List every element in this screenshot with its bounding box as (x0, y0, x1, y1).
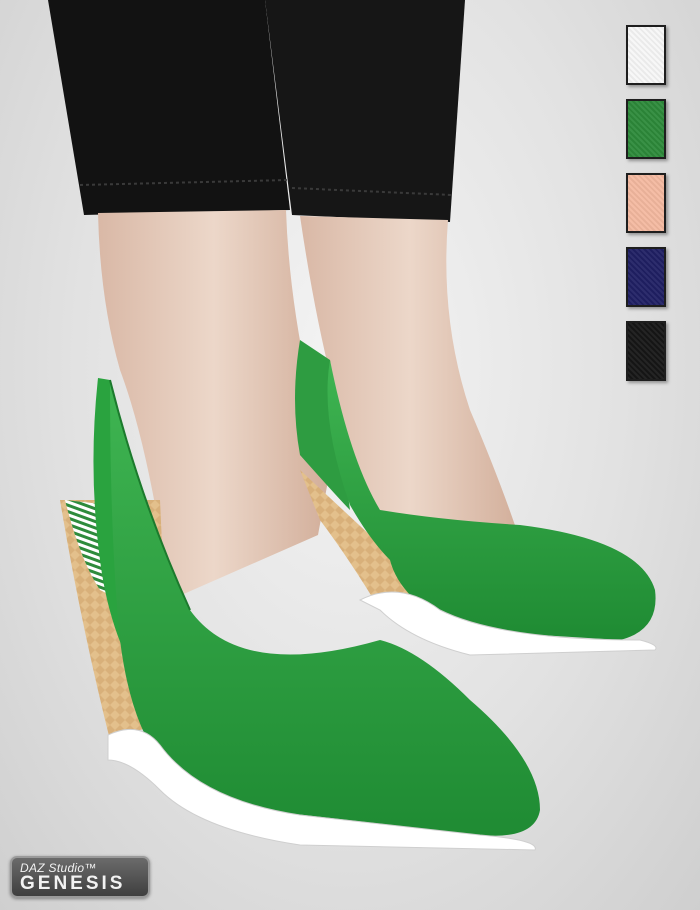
shoe-render-illustration (48, 0, 657, 851)
swatch-peach[interactable] (626, 173, 666, 233)
pants (48, 0, 465, 222)
color-swatch-list (626, 25, 670, 395)
daz-genesis-logo: DAZ Studio™ GENESIS (10, 856, 150, 898)
swatch-white[interactable] (626, 25, 666, 85)
logo-line-genesis: GENESIS (20, 873, 126, 894)
swatch-green[interactable] (626, 99, 666, 159)
swatch-navy[interactable] (626, 247, 666, 307)
render-stage: DAZ Studio™ GENESIS (0, 0, 700, 910)
swatch-black[interactable] (626, 321, 666, 381)
